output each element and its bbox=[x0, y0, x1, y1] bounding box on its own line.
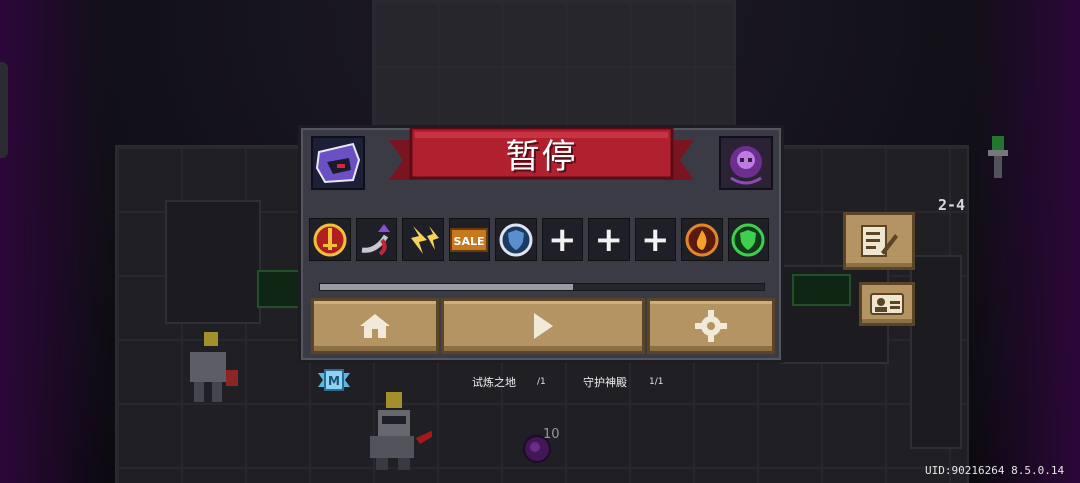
notes-button[interactable] bbox=[843, 212, 915, 270]
settings-button[interactable] bbox=[647, 298, 775, 354]
profile-card-button[interactable] bbox=[859, 282, 915, 326]
pause-title: 暂停 bbox=[505, 136, 578, 177]
buff-slot[interactable] bbox=[355, 218, 397, 261]
home-button[interactable] bbox=[311, 298, 439, 354]
stage-count: 1/1 bbox=[649, 377, 664, 387]
buff-slot[interactable] bbox=[495, 218, 537, 261]
purple-skull-emblem-icon bbox=[730, 146, 762, 185]
add-icon: + bbox=[548, 219, 577, 260]
fire-shield-buff-icon bbox=[685, 223, 719, 256]
level-indicator: 2-4 bbox=[938, 196, 966, 214]
stage-name: 守护神殿 bbox=[583, 376, 627, 389]
pause-menu: 暂停 SALE + + + bbox=[298, 125, 784, 363]
home-icon bbox=[360, 314, 390, 338]
gear-icon bbox=[695, 310, 727, 342]
assassin-helmet-icon bbox=[315, 142, 361, 184]
buff-bar: SALE + + + bbox=[309, 218, 769, 261]
play-icon bbox=[534, 313, 553, 339]
add-icon: + bbox=[641, 219, 670, 260]
buff-slot[interactable] bbox=[309, 218, 351, 261]
buff-slot-empty[interactable]: + bbox=[541, 218, 583, 261]
faction-emblem bbox=[719, 136, 773, 190]
sale-buff-icon: SALE bbox=[450, 227, 489, 252]
stage-count: /1 bbox=[537, 377, 546, 387]
buff-slot-empty[interactable]: + bbox=[588, 218, 630, 261]
shield-buff-icon bbox=[499, 223, 533, 256]
buff-slot[interactable] bbox=[727, 218, 769, 261]
buff-slot[interactable] bbox=[681, 218, 723, 261]
progress-fill bbox=[320, 284, 574, 290]
scythe-buff-icon bbox=[361, 223, 391, 256]
add-icon: + bbox=[594, 219, 624, 260]
character-portrait bbox=[311, 136, 365, 190]
sword-buff-icon bbox=[313, 223, 347, 256]
green-shield-buff-icon bbox=[731, 223, 765, 256]
mode-badge-label: M bbox=[328, 374, 340, 388]
buff-slot[interactable] bbox=[402, 218, 444, 261]
resume-button[interactable] bbox=[441, 298, 645, 354]
progress-bar bbox=[319, 283, 765, 291]
lightning-burst-buff-icon bbox=[410, 225, 439, 254]
stage-name: 试炼之地 bbox=[472, 376, 516, 389]
uid-version-label: UID:90216264 8.5.0.14 bbox=[925, 464, 1065, 477]
id-card-icon bbox=[870, 293, 904, 315]
sale-label: SALE bbox=[454, 235, 485, 248]
mode-badge: M bbox=[318, 369, 350, 391]
buff-slot[interactable]: SALE bbox=[448, 218, 490, 261]
notepad-pencil-icon bbox=[861, 225, 898, 257]
buff-slot-empty[interactable]: + bbox=[634, 218, 676, 261]
